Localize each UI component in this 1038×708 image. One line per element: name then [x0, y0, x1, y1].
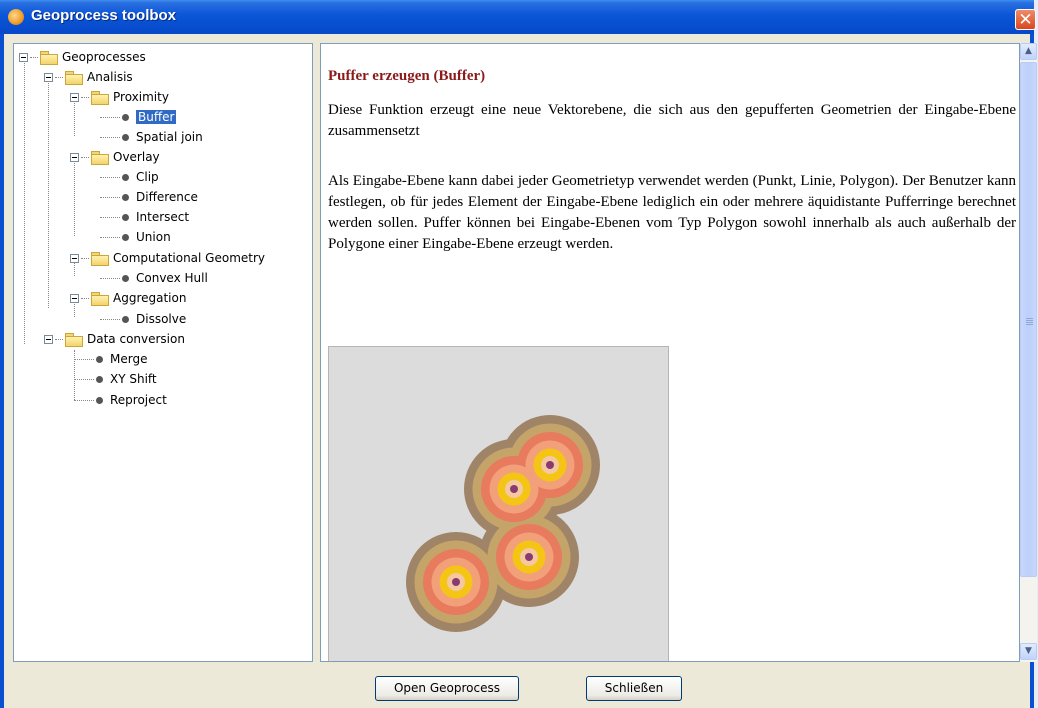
process-bullet-icon [96, 396, 103, 404]
input-point [510, 485, 518, 493]
help-paragraph: Diese Funktion erzeugt eine neue Vektore… [328, 102, 1016, 139]
tree-node-computational-geometry[interactable]: Computational Geometry [70, 249, 265, 267]
collapse-icon[interactable] [19, 52, 28, 62]
tree-guide-line [74, 160, 75, 236]
tree-node-label: Geoprocesses [62, 50, 146, 64]
tree-item-union[interactable]: Union [100, 228, 171, 246]
geoprocess-toolbox-window: Geoprocess toolbox ✕ Geoprocesses Analis… [0, 0, 1037, 708]
folder-open-icon [65, 70, 83, 85]
tree-item-label: Clip [136, 170, 159, 184]
folder-open-icon [91, 150, 109, 165]
tree-node-label: Aggregation [113, 291, 187, 305]
tree-item-intersect[interactable]: Intersect [100, 208, 189, 226]
collapse-icon[interactable] [44, 72, 53, 82]
tree-item-buffer[interactable]: Buffer [100, 108, 177, 126]
tree-node-label: Computational Geometry [113, 251, 266, 265]
arrow-down-icon: ▼ [1025, 646, 1032, 656]
process-bullet-icon [122, 193, 129, 201]
tree-item-label: Union [136, 230, 171, 244]
folder-open-icon [91, 90, 109, 105]
scroll-up-button[interactable]: ▲ [1020, 43, 1037, 60]
tree-item-label: Convex Hull [136, 271, 208, 285]
folder-open-icon [91, 251, 109, 266]
arrow-up-icon: ▲ [1025, 46, 1032, 56]
open-geoprocess-button[interactable]: Open Geoprocess [375, 676, 519, 701]
tree-item-clip[interactable]: Clip [100, 168, 159, 186]
close-icon: ✕ [1018, 10, 1033, 30]
app-icon [8, 9, 24, 25]
tree-item-dissolve[interactable]: Dissolve [100, 310, 186, 328]
close-window-button[interactable]: ✕ [1015, 9, 1036, 30]
tree-item-label: Intersect [136, 210, 190, 224]
process-bullet-icon [122, 233, 129, 241]
input-point [452, 578, 460, 586]
collapse-icon[interactable] [70, 293, 79, 303]
input-point [525, 553, 533, 561]
process-bullet-icon [96, 355, 103, 363]
tree-node-aggregation[interactable]: Aggregation [70, 289, 186, 307]
help-document: Puffer erzeugen (Buffer) Diese Funktion … [328, 66, 1016, 284]
scroll-down-button[interactable]: ▼ [1020, 643, 1037, 660]
tree-item-label: Merge [110, 352, 148, 366]
tree-item-convex-hull[interactable]: Convex Hull [100, 269, 208, 287]
tree-item-label: Buffer [136, 110, 177, 124]
help-heading: Puffer erzeugen (Buffer) [328, 68, 486, 84]
close-button[interactable]: Schließen [586, 676, 682, 701]
help-paragraph: Als Eingabe-Ebene kann dabei jeder Geome… [328, 173, 1016, 252]
folder-open-icon [65, 332, 83, 347]
buffer-illustration [328, 346, 669, 661]
button-bar: Open Geoprocess Schließen [0, 662, 1030, 708]
process-bullet-icon [122, 274, 129, 282]
buffer-rings-graphic [406, 415, 600, 632]
tree-item-merge[interactable]: Merge [74, 350, 147, 368]
tree-guide-line [24, 60, 25, 344]
scroll-thumb[interactable] [1020, 62, 1037, 577]
process-bullet-icon [122, 315, 129, 323]
process-bullet-icon [122, 133, 129, 141]
tree-node-label: Data conversion [87, 332, 185, 346]
grip-icon [1026, 318, 1033, 325]
collapse-icon[interactable] [70, 253, 79, 263]
input-point [546, 461, 554, 469]
tree-node-data-conversion[interactable]: Data conversion [44, 330, 185, 348]
tree-node-geoprocesses[interactable]: Geoprocesses [19, 48, 146, 66]
tree-item-label: XY Shift [110, 372, 157, 386]
tree-node-label: Proximity [113, 90, 169, 104]
tree-node-proximity[interactable]: Proximity [70, 88, 169, 106]
process-bullet-icon [122, 213, 129, 221]
tree-item-label: Spatial join [136, 130, 203, 144]
tree-item-reproject[interactable]: Reproject [74, 391, 167, 409]
tree-item-difference[interactable]: Difference [100, 188, 198, 206]
collapse-icon[interactable] [44, 334, 53, 344]
tree-node-label: Overlay [113, 150, 160, 164]
collapse-icon[interactable] [70, 152, 79, 162]
process-bullet-icon [122, 173, 129, 181]
tree-node-label: Analisis [87, 70, 133, 84]
tree-item-label: Difference [136, 190, 198, 204]
tree-guide-line [48, 80, 49, 308]
folder-open-icon [91, 291, 109, 306]
tree-node-overlay[interactable]: Overlay [70, 148, 160, 166]
collapse-icon[interactable] [70, 92, 79, 102]
folder-open-icon [40, 50, 58, 65]
tree-item-label: Reproject [110, 393, 167, 407]
help-scrollbar[interactable]: ▲ ▼ [1020, 43, 1037, 662]
process-bullet-icon [122, 113, 129, 121]
process-bullet-icon [96, 375, 103, 383]
tree-item-spatial-join[interactable]: Spatial join [100, 128, 203, 146]
help-content-panel[interactable]: Puffer erzeugen (Buffer) Diese Funktion … [320, 43, 1020, 662]
geoprocess-tree: Geoprocesses Analisis Proximity Buffer S… [13, 43, 313, 662]
tree-node-analisis[interactable]: Analisis [44, 68, 133, 86]
window-title: Geoprocess toolbox [31, 7, 177, 24]
window-border-left [0, 34, 4, 708]
tree-item-xy-shift[interactable]: XY Shift [74, 370, 157, 388]
title-bar[interactable]: Geoprocess toolbox ✕ [0, 0, 1036, 34]
tree-item-label: Dissolve [136, 312, 187, 326]
